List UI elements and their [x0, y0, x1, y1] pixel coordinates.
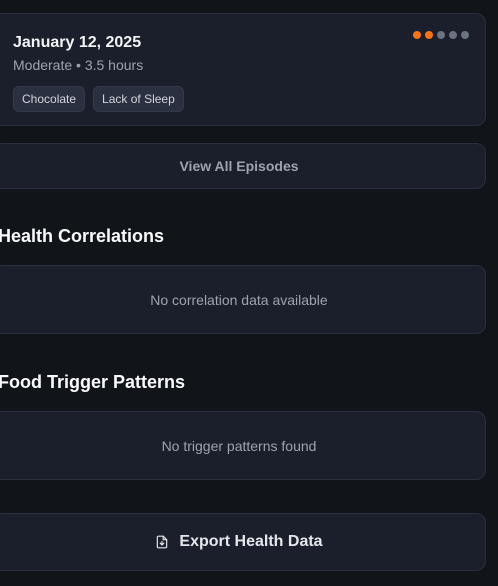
view-all-episodes-button[interactable]: View All Episodes — [0, 143, 486, 189]
food-trigger-patterns-title: Food Trigger Patterns — [0, 372, 186, 392]
severity-dot — [437, 31, 445, 39]
episode-meta: Moderate • 3.5 hours — [13, 57, 144, 73]
food-trigger-patterns-card: No trigger patterns found — [0, 411, 486, 480]
health-correlations-card: No correlation data available — [0, 265, 486, 334]
episode-card[interactable]: January 12, 2025 Moderate • 3.5 hours Ch… — [0, 13, 486, 126]
export-health-data-button[interactable]: Export Health Data — [0, 513, 486, 571]
export-health-data-label: Export Health Data — [179, 533, 323, 550]
health-correlations-title: Health Correlations — [0, 226, 165, 246]
health-correlations-empty-text: No correlation data available — [150, 291, 328, 308]
severity-dot — [425, 31, 433, 39]
trigger-tags: Chocolate Lack of Sleep — [13, 86, 184, 112]
file-download-icon — [155, 535, 169, 549]
severity-indicator — [413, 31, 469, 39]
trigger-tag: Chocolate — [13, 86, 86, 112]
view-all-episodes-label: View All Episodes — [179, 158, 299, 174]
severity-dot — [449, 31, 457, 39]
food-trigger-patterns-empty-text: No trigger patterns found — [161, 437, 317, 454]
episode-date: January 12, 2025 — [13, 34, 142, 51]
severity-dot — [461, 31, 469, 39]
severity-dot — [413, 31, 421, 39]
trigger-tag: Lack of Sleep — [93, 86, 184, 112]
